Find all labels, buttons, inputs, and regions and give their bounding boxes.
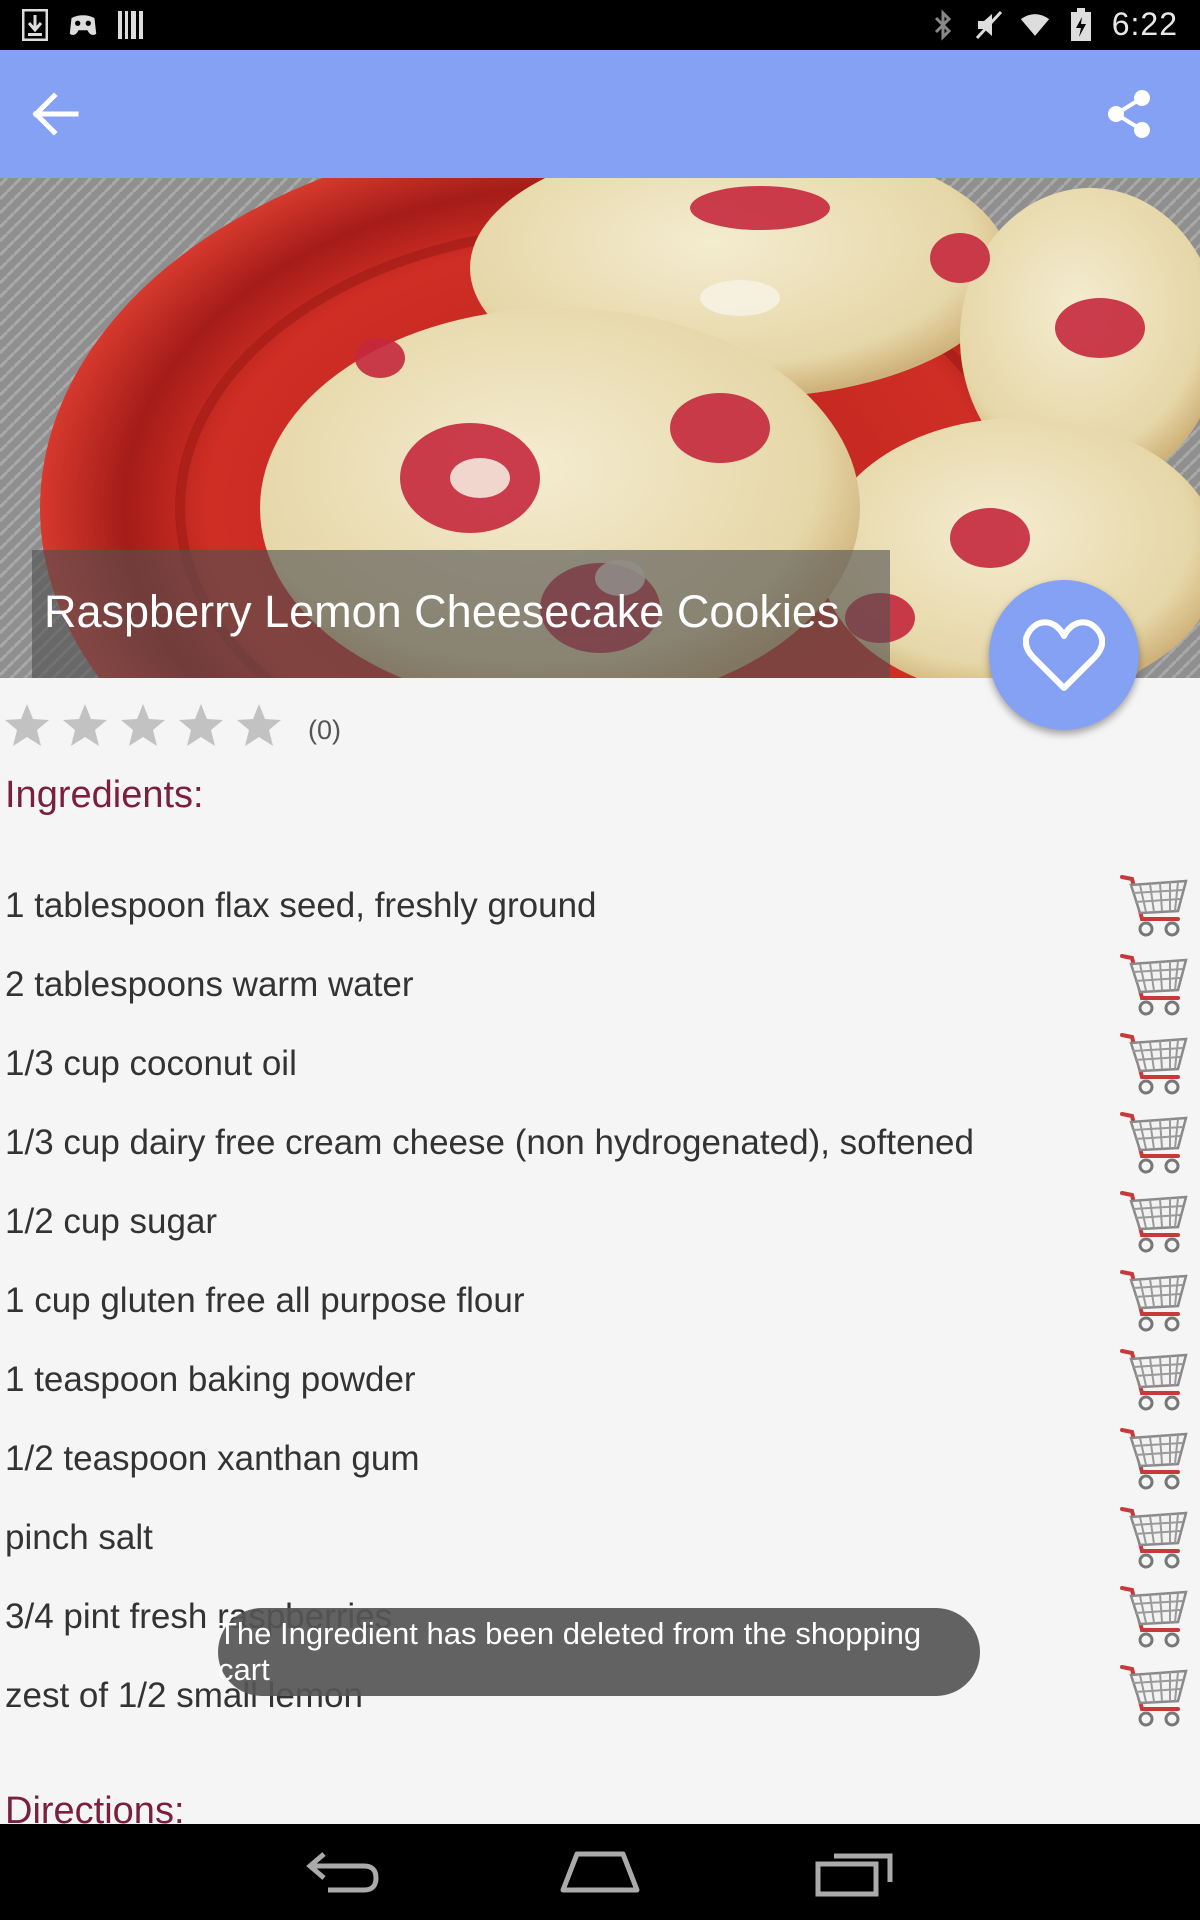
toast-message: The Ingredient has been deleted from the… [218,1608,980,1696]
star-icon[interactable] [4,702,50,748]
add-to-cart-button[interactable] [1118,948,1190,1020]
download-icon [20,8,50,42]
add-to-cart-button[interactable] [1118,1264,1190,1336]
add-to-cart-button[interactable] [1118,1501,1190,1573]
ingredient-text: 1/2 cup sugar [5,1202,218,1241]
share-button[interactable] [1104,88,1156,140]
add-to-cart-button[interactable] [1118,1343,1190,1415]
app-bar [0,50,1200,178]
add-to-cart-button[interactable] [1118,869,1190,941]
ingredient-row: pinch salt [0,1494,1200,1573]
shopping-cart-icon [1120,1428,1188,1490]
nav-home-button[interactable] [555,1844,645,1900]
recipe-title: Raspberry Lemon Cheesecake Cookies [44,586,840,637]
ingredient-text: 2 tablespoons warm water [5,965,414,1004]
ingredient-row: 1/2 teaspoon xanthan gum [0,1415,1200,1494]
ingredient-text: 1/3 cup dairy free cream cheese (non hyd… [5,1123,974,1162]
shopping-cart-icon [1120,1112,1188,1174]
clock: 6:22 [1111,6,1178,42]
add-to-cart-button[interactable] [1118,1659,1190,1731]
add-to-cart-button[interactable] [1118,1580,1190,1652]
star-icon[interactable] [120,702,166,748]
star-icon[interactable] [236,702,282,748]
ingredients-heading: Ingredients: [5,774,204,816]
share-icon [1108,90,1150,138]
ingredient-row: 1 cup gluten free all purpose flour [0,1257,1200,1336]
nav-home-icon [560,1851,640,1893]
mute-icon [974,8,1004,42]
add-to-cart-button[interactable] [1118,1422,1190,1494]
shopping-cart-icon [1120,875,1188,937]
ingredient-row: 1 teaspoon baking powder [0,1336,1200,1415]
nav-recents-icon [815,1853,893,1897]
nav-recents-button[interactable] [812,1844,902,1900]
nav-back-button[interactable] [298,1844,388,1900]
ingredient-row: 1/3 cup dairy free cream cheese (non hyd… [0,1099,1200,1178]
ingredient-row: 2 tablespoons warm water [0,941,1200,1020]
heart-icon [1023,619,1105,691]
shopping-cart-icon [1120,1270,1188,1332]
ingredient-text: 1 teaspoon baking powder [5,1360,416,1399]
title-overlay: Raspberry Lemon Cheesecake Cookies [32,550,890,678]
ingredient-text: 1/2 teaspoon xanthan gum [5,1439,420,1478]
status-bar: 6:22 [0,0,1200,50]
wifi-icon [1020,8,1050,42]
ingredient-text: 1 tablespoon flax seed, freshly ground [5,886,597,925]
add-to-cart-button[interactable] [1118,1027,1190,1099]
game-controller-icon [68,8,98,42]
ingredient-row: 1/3 cup coconut oil [0,1020,1200,1099]
ingredient-text: 1 cup gluten free all purpose flour [5,1281,525,1320]
rating-bar[interactable]: (0) [4,700,341,750]
ingredient-text: pinch salt [5,1518,153,1557]
shopping-cart-icon [1120,954,1188,1016]
notification-icons [20,8,146,42]
shopping-cart-icon [1120,1507,1188,1569]
nav-back-icon [306,1852,379,1893]
shopping-cart-icon [1120,1191,1188,1253]
bluetooth-icon [928,8,958,42]
ingredient-row: 1/2 cup sugar [0,1178,1200,1257]
star-icon[interactable] [178,702,224,748]
system-icons: 6:22 [928,6,1178,43]
shopping-cart-icon [1120,1665,1188,1727]
barcode-icon [116,8,146,42]
ingredient-text: 1/3 cup coconut oil [5,1044,297,1083]
navigation-bar [0,1824,1200,1920]
favorite-button[interactable] [989,580,1139,730]
shopping-cart-icon [1120,1349,1188,1411]
shopping-cart-icon [1120,1033,1188,1095]
rating-count: (0) [308,714,341,745]
ingredients-list: 1 tablespoon flax seed, freshly ground 2… [0,862,1200,1731]
star-icon[interactable] [62,702,108,748]
back-button[interactable] [28,88,84,140]
add-to-cart-button[interactable] [1118,1185,1190,1257]
battery-icon [1066,7,1096,42]
shopping-cart-icon [1120,1586,1188,1648]
ingredient-row: 1 tablespoon flax seed, freshly ground [0,862,1200,941]
arrow-back-icon [32,92,79,136]
add-to-cart-button[interactable] [1118,1106,1190,1178]
